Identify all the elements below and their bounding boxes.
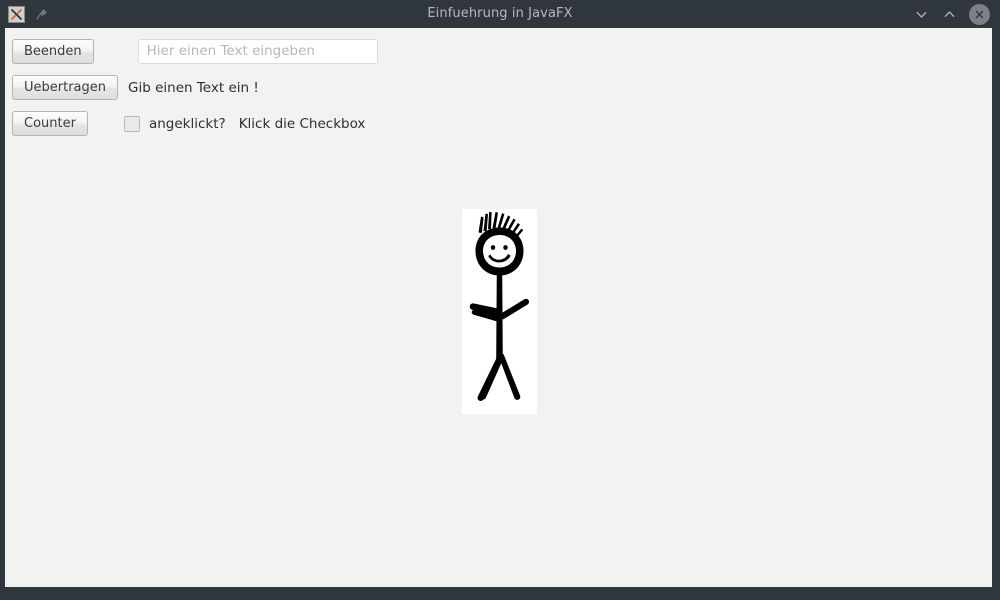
row-counter: Counter angeklickt? Klick die Checkbox bbox=[12, 111, 365, 136]
application-window: Einfuehrung in JavaFX Beenden Hier einen… bbox=[0, 0, 1000, 600]
uebertragen-button[interactable]: Uebertragen bbox=[12, 75, 119, 100]
row-uebertragen: Uebertragen Gib einen Text ein ! bbox=[12, 75, 259, 100]
chevron-down-icon[interactable] bbox=[913, 6, 930, 23]
angeklickt-checkbox[interactable] bbox=[123, 115, 140, 132]
window-title: Einfuehrung in JavaFX bbox=[427, 6, 573, 21]
window-controls bbox=[913, 0, 990, 28]
chevron-up-icon[interactable] bbox=[941, 6, 958, 23]
counter-button[interactable]: Counter bbox=[12, 111, 88, 136]
prompt-label: Gib einen Text ein ! bbox=[128, 79, 259, 96]
x-window-icon[interactable] bbox=[8, 5, 25, 23]
stick-figure-image bbox=[462, 209, 537, 414]
title-bar[interactable]: Einfuehrung in JavaFX bbox=[0, 0, 1000, 28]
checkbox-label: angeklickt? bbox=[148, 115, 226, 132]
title-bar-left-icons bbox=[8, 0, 48, 28]
beenden-button[interactable]: Beenden bbox=[12, 39, 94, 64]
client-area: Beenden Hier einen Text eingeben Uebertr… bbox=[5, 28, 992, 587]
checkbox-hint-label: Klick die Checkbox bbox=[238, 115, 366, 132]
row-beenden: Beenden Hier einen Text eingeben bbox=[12, 39, 378, 64]
close-icon[interactable] bbox=[969, 3, 990, 25]
text-input[interactable]: Hier einen Text eingeben bbox=[137, 39, 378, 64]
checkbox-group[interactable]: angeklickt? bbox=[123, 115, 226, 132]
pin-icon[interactable] bbox=[34, 7, 48, 21]
